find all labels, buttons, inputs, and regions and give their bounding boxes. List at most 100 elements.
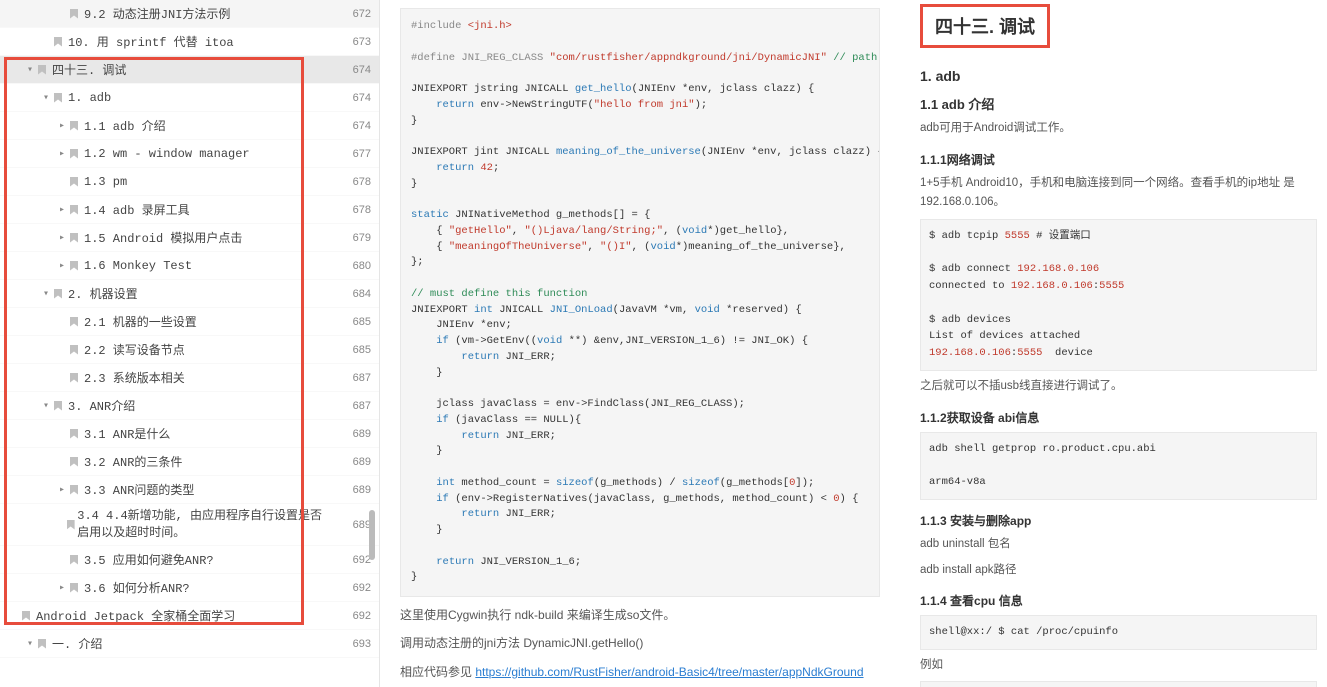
toc-item-label: 2.3 系统版本相关 — [84, 369, 185, 386]
expand-arrow-icon[interactable]: ▸ — [56, 582, 68, 594]
code-abi: adb shell getprop ro.product.cpu.abi arm… — [920, 432, 1317, 500]
toc-row-15[interactable]: 3.1 ANR是什么689 — [0, 420, 379, 448]
toc-item-label: 9.2 动态注册JNI方法示例 — [84, 5, 230, 22]
bookmark-icon — [68, 554, 80, 566]
expand-arrow-icon[interactable]: ▸ — [56, 260, 68, 272]
bookmark-icon — [68, 344, 80, 356]
mid-p1: 这里使用Cygwin执行 ndk-build 来编译生成so文件。 — [400, 605, 880, 625]
sidebar-scrollbar[interactable] — [369, 510, 375, 560]
toc-item-label: 2.1 机器的一些设置 — [84, 313, 197, 330]
github-link[interactable]: https://github.com/RustFisher/android-Ba… — [475, 665, 863, 679]
toc-page-num: 678 — [331, 176, 379, 188]
toc-row-17[interactable]: ▸3.3 ANR问题的类型689 — [0, 476, 379, 504]
toc-row-22[interactable]: ▾一. 介绍693 — [0, 630, 379, 658]
expand-arrow-icon[interactable]: ▾ — [24, 638, 36, 650]
toc-item-label: 3.2 ANR的三条件 — [84, 453, 182, 470]
expand-arrow-icon[interactable]: ▾ — [40, 288, 52, 300]
bookmark-icon — [68, 582, 80, 594]
middle-column: #include <jni.h> #define JNI_REG_CLASS "… — [380, 0, 900, 687]
right-h1: 四十三. 调试 — [935, 13, 1035, 39]
toc-row-21[interactable]: Android Jetpack 全家桶全面学习692 — [0, 602, 379, 630]
toc-item-label: 3.1 ANR是什么 — [84, 425, 170, 442]
right-t2: 1+5手机 Android10，手机和电脑连接到同一个网络。查看手机的ip地址 … — [920, 174, 1317, 213]
toc-page-num: 678 — [331, 204, 379, 216]
expand-arrow-icon[interactable]: ▸ — [56, 148, 68, 160]
right-column: 四十三. 调试 1. adb 1.1 adb 介绍 adb可用于Android调… — [900, 0, 1327, 687]
code-adb-tcpip: $ adb tcpip 5555 # 设置端口 $ adb connect 19… — [920, 219, 1317, 371]
expand-arrow-icon[interactable]: ▸ — [56, 232, 68, 244]
expand-arrow-icon[interactable]: ▾ — [40, 400, 52, 412]
toc-page-num: 677 — [331, 148, 379, 160]
toc-page-num: 687 — [331, 372, 379, 384]
toc-page-num: 692 — [331, 610, 379, 622]
right-h4-1: 1.1.1网络调试 — [920, 151, 1317, 168]
bookmark-icon — [68, 148, 80, 160]
toc-row-3[interactable]: ▾ 1. adb 674 — [0, 84, 379, 112]
right-h2: 1. adb — [920, 68, 1317, 84]
bookmark-icon — [65, 519, 74, 531]
toc-row-2[interactable]: ▾ 四十三. 调试 674 — [0, 56, 379, 84]
toc-page-num: 674 — [331, 92, 379, 104]
right-t3: 之后就可以不插usb线直接进行调试了。 — [920, 377, 1317, 397]
toc-row-5[interactable]: ▸ 1.2 wm - window manager 677 — [0, 140, 379, 168]
toc-row-11[interactable]: 2.1 机器的一些设置 685 — [0, 308, 379, 336]
toc-page-num: 674 — [331, 120, 379, 132]
toc-item-label: 10. 用 sprintf 代替 itoa — [68, 33, 234, 50]
toc-page-num: 687 — [331, 400, 379, 412]
mid-p3: 相应代码参见 https://github.com/RustFisher/and… — [400, 662, 880, 682]
toc-page-num: 674 — [331, 64, 379, 76]
right-t6: 例如 — [920, 656, 1317, 676]
code-block-jni: #include <jni.h> #define JNI_REG_CLASS "… — [400, 8, 880, 597]
right-h4-3: 1.1.3 安装与删除app — [920, 512, 1317, 529]
toc-item-label: 1.5 Android 模拟用户点击 — [84, 229, 242, 246]
bookmark-icon — [68, 204, 80, 216]
toc-row-14[interactable]: ▾ 3. ANR介绍 687 — [0, 392, 379, 420]
toc-page-num: 689 — [331, 484, 379, 496]
bookmark-icon — [52, 36, 64, 48]
toc-page-num: 672 — [331, 8, 379, 20]
highlight-box-title: 四十三. 调试 — [920, 4, 1050, 48]
toc-row-16[interactable]: 3.2 ANR的三条件689 — [0, 448, 379, 476]
expand-arrow-icon[interactable]: ▸ — [56, 204, 68, 216]
expand-arrow-icon[interactable]: ▸ — [56, 120, 68, 132]
toc-item-label: 1.2 wm - window manager — [84, 147, 250, 161]
toc-row-4[interactable]: ▸ 1.1 adb 介绍 674 — [0, 112, 379, 140]
toc-row-18[interactable]: 3.4 4.4新增功能, 由应用程序自行设置是否启用以及超时时间。689 — [0, 504, 379, 546]
toc-row-19[interactable]: 3.5 应用如何避免ANR?692 — [0, 546, 379, 574]
toc-page-num: 685 — [331, 316, 379, 328]
toc-sidebar: 9.2 动态注册JNI方法示例67210. 用 sprintf 代替 itoa6… — [0, 0, 380, 687]
toc-row-6[interactable]: 1.3 pm678 — [0, 168, 379, 196]
toc-row-9[interactable]: ▸1.6 Monkey Test680 — [0, 252, 379, 280]
bookmark-icon — [52, 400, 64, 412]
bookmark-icon — [52, 288, 64, 300]
toc-item-label: 3. ANR介绍 — [68, 397, 135, 414]
right-t1: adb可用于Android调试工作。 — [920, 119, 1317, 139]
toc-item-label: 2.2 读写设备节点 — [84, 341, 185, 358]
toc-item-label: 1.1 adb 介绍 — [84, 117, 166, 134]
toc-row-20[interactable]: ▸3.6 如何分析ANR?692 — [0, 574, 379, 602]
expand-arrow-icon[interactable]: ▾ — [40, 92, 52, 104]
code-cpuinfo2: $ adb shell cat /proc/cpuinfo Processor … — [920, 681, 1317, 687]
toc-row-1[interactable]: 10. 用 sprintf 代替 itoa673 — [0, 28, 379, 56]
toc-row-12[interactable]: 2.2 读写设备节点 685 — [0, 336, 379, 364]
bookmark-icon — [36, 64, 48, 76]
toc-row-8[interactable]: ▸1.5 Android 模拟用户点击679 — [0, 224, 379, 252]
toc-row-13[interactable]: 2.3 系统版本相关 687 — [0, 364, 379, 392]
toc-item-label: 一. 介绍 — [52, 635, 102, 652]
toc-row-7[interactable]: ▸1.4 adb 录屏工具678 — [0, 196, 379, 224]
toc-page-num: 680 — [331, 260, 379, 272]
expand-arrow-icon[interactable]: ▾ — [24, 64, 36, 76]
toc-row-0[interactable]: 9.2 动态注册JNI方法示例 672 — [0, 0, 379, 28]
bookmark-icon — [68, 372, 80, 384]
toc-item-label: 四十三. 调试 — [52, 61, 126, 78]
toc-item-label: 1. adb — [68, 91, 111, 105]
toc-item-label: 3.6 如何分析ANR? — [84, 579, 190, 596]
toc-page-num: 685 — [331, 344, 379, 356]
mid-p2: 调用动态注册的jni方法 DynamicJNI.getHello() — [400, 633, 880, 653]
bookmark-icon — [68, 316, 80, 328]
bookmark-icon — [68, 232, 80, 244]
expand-arrow-icon[interactable]: ▸ — [56, 484, 68, 496]
toc-item-label: 3.5 应用如何避免ANR? — [84, 551, 214, 568]
toc-row-10[interactable]: ▾2. 机器设置684 — [0, 280, 379, 308]
toc-item-label: 3.4 4.4新增功能, 由应用程序自行设置是否启用以及超时时间。 — [77, 508, 331, 542]
